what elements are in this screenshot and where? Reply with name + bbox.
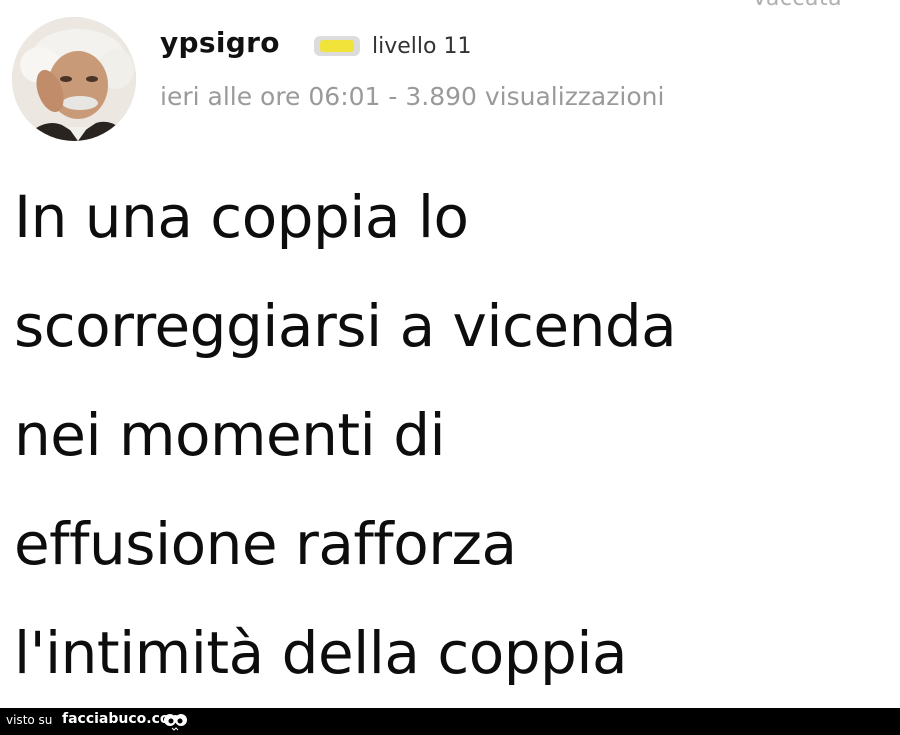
avatar[interactable] — [12, 17, 136, 141]
post-line: scorreggiarsi a vicenda — [14, 292, 677, 360]
visto-su-label: visto su — [6, 713, 53, 727]
level-badge — [314, 36, 360, 56]
post-text: In una coppia lo scorreggiarsi a vicenda… — [14, 163, 894, 708]
post-line: l'intimità della coppia — [14, 619, 628, 687]
post-meta: ieri alle ore 06:01 - 3.890 visualizzazi… — [160, 82, 665, 111]
level-badge-fill — [320, 40, 354, 52]
eyes-icon — [163, 711, 187, 735]
truncated-header-text: Vaccata — [752, 0, 842, 11]
watermark-bar: visto su facciabuco.com — [0, 708, 900, 735]
level-label: livello 11 — [372, 34, 472, 59]
avatar-portrait-icon — [12, 17, 136, 141]
post-line: In una coppia lo — [14, 183, 469, 251]
username[interactable]: ypsigro — [160, 26, 280, 59]
post-line: effusione rafforza — [14, 510, 517, 578]
post-line: nei momenti di — [14, 401, 446, 469]
